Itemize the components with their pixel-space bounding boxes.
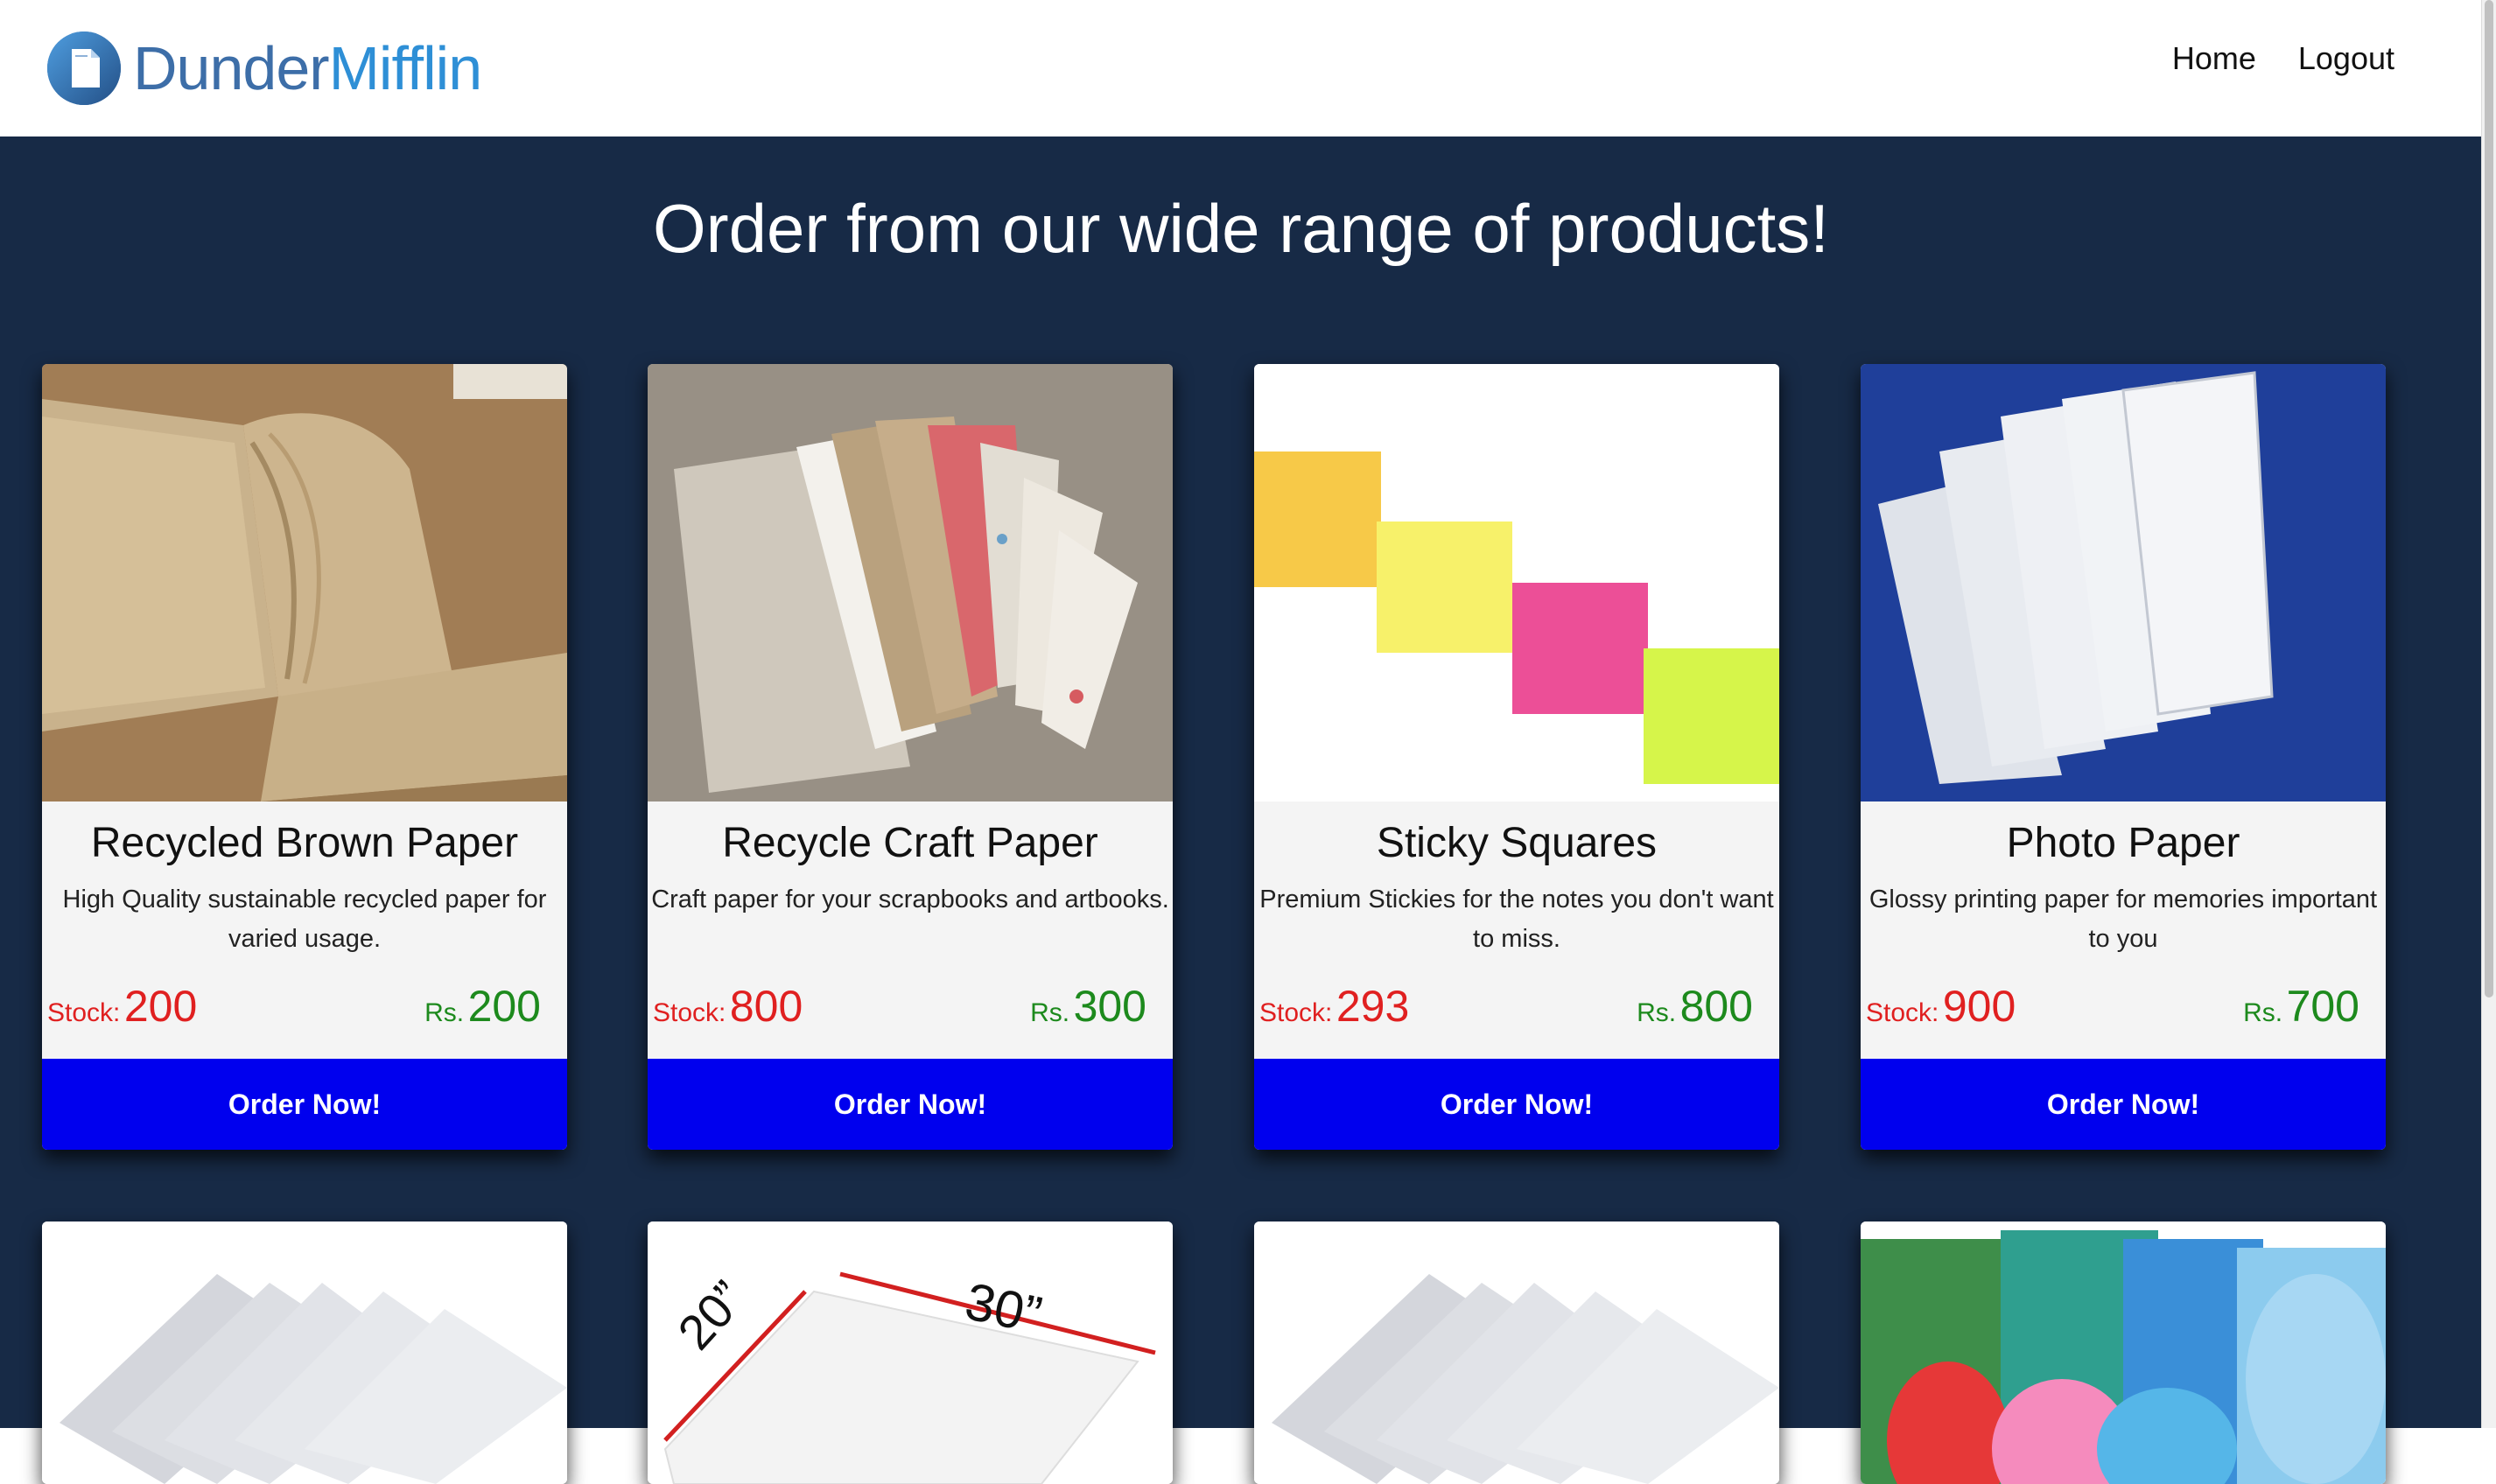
stock-label: Stock:: [1866, 998, 1939, 1027]
product-title: Photo Paper: [2006, 820, 2240, 866]
brand-name-part1: Dunder: [133, 34, 330, 102]
price-value: 700: [2286, 982, 2359, 1031]
brand-logo[interactable]: DunderMifflin: [46, 26, 482, 110]
price-info: Rs. 200: [424, 981, 541, 1032]
product-title: Recycled Brown Paper: [90, 820, 519, 866]
brand-name-part2: Mifflin: [328, 34, 483, 102]
product-card: Recycled Brown Paper High Quality sustai…: [42, 364, 567, 1150]
page-scrollbar[interactable]: [2481, 0, 2496, 1428]
price-label: Rs.: [1030, 998, 1070, 1027]
product-card: Recycle Craft Paper Craft paper for your…: [648, 364, 1173, 1150]
stock-info: Stock: 900: [1866, 981, 2016, 1032]
stock-label: Stock:: [1259, 998, 1333, 1027]
price-label: Rs.: [1637, 998, 1677, 1027]
order-now-button[interactable]: Order Now!: [42, 1059, 567, 1150]
paper-size-diagram-image: 20” 30”: [648, 1222, 1173, 1484]
product-card: Sticky Squares Premium Stickies for the …: [1254, 364, 1779, 1150]
price-info: Rs. 700: [2243, 981, 2359, 1032]
white-paper-fan-image: [1254, 1222, 1779, 1484]
crepe-paper-rolls-image: [1861, 1222, 2386, 1484]
product-title: Recycle Craft Paper: [722, 820, 1098, 866]
logo-icon: [47, 32, 121, 105]
price-label: Rs.: [424, 998, 465, 1027]
stock-value: 900: [1942, 982, 2016, 1031]
order-now-button[interactable]: Order Now!: [1254, 1059, 1779, 1150]
white-paper-fan-image: [42, 1222, 567, 1484]
stock-info: Stock: 800: [653, 981, 803, 1032]
nav-links: Home Logout: [2172, 40, 2394, 77]
handmade-craft-paper-fan-image: [648, 364, 1173, 802]
product-description: Glossy printing paper for memories impor…: [1868, 886, 2378, 953]
product-card: 20” 30”: [648, 1222, 1173, 1484]
price-info: Rs. 300: [1030, 981, 1146, 1032]
order-now-button[interactable]: Order Now!: [648, 1059, 1173, 1150]
product-card: [1254, 1222, 1779, 1484]
stock-label: Stock:: [653, 998, 726, 1027]
brown-paper-notebook-image: [42, 364, 567, 802]
price-value: 200: [467, 982, 541, 1031]
price-label: Rs.: [2243, 998, 2283, 1027]
stock-label: Stock:: [47, 998, 121, 1027]
sticky-notes-image: [1254, 364, 1779, 802]
page-title: Order from our wide range of products!: [653, 190, 1829, 267]
price-info: Rs. 800: [1637, 981, 1753, 1032]
stock-info: Stock: 200: [47, 981, 197, 1032]
scrollbar-thumb[interactable]: [2485, 0, 2493, 998]
product-card: [1861, 1222, 2386, 1484]
nav-logout-link[interactable]: Logout: [2298, 40, 2394, 77]
product-description: High Quality sustainable recycled paper …: [62, 886, 547, 953]
stock-value: 800: [729, 982, 803, 1031]
nav-home-link[interactable]: Home: [2172, 40, 2256, 77]
product-title: Sticky Squares: [1376, 820, 1658, 866]
brand-name: DunderMifflin: [133, 38, 482, 99]
product-card: [42, 1222, 567, 1484]
stock-value: 200: [123, 982, 198, 1031]
product-description: Craft paper for your scrapbooks and artb…: [651, 886, 1169, 914]
stock-value: 293: [1336, 982, 1410, 1031]
price-value: 300: [1073, 982, 1146, 1031]
price-value: 800: [1679, 982, 1753, 1031]
product-card: Photo Paper Glossy printing paper for me…: [1861, 364, 2386, 1150]
product-description: Premium Stickies for the notes you don't…: [1259, 886, 1774, 953]
products-section: Order from our wide range of products! R…: [0, 136, 2482, 1484]
top-navbar: DunderMifflin Home Logout: [0, 0, 2482, 136]
photo-paper-packs-image: [1861, 364, 2386, 802]
order-now-button[interactable]: Order Now!: [1861, 1059, 2386, 1150]
stock-info: Stock: 293: [1259, 981, 1409, 1032]
